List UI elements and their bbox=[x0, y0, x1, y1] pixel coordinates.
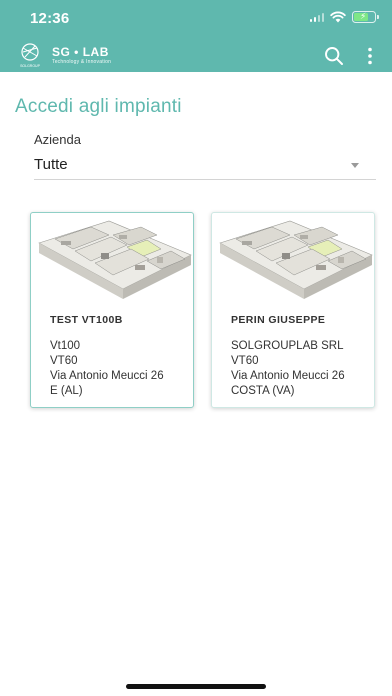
card-line: Vt100 bbox=[50, 340, 81, 352]
wifi-icon bbox=[330, 11, 346, 23]
battery-icon: ⚡ bbox=[352, 11, 379, 23]
brand-subtitle: Technology & Innovation bbox=[52, 58, 112, 65]
plant-card[interactable]: TEST VT100B Vt100 VT60 Via Antonio Meucc… bbox=[30, 212, 194, 408]
brand-mark-icon: SOLGROUP bbox=[20, 43, 41, 68]
search-button[interactable] bbox=[322, 44, 346, 68]
status-icons: ⚡ bbox=[309, 11, 379, 23]
search-icon bbox=[325, 47, 343, 65]
card-title: TEST VT100B bbox=[50, 314, 123, 326]
dropdown-arrow-icon bbox=[351, 163, 359, 168]
page-title: Accedi agli impianti bbox=[15, 96, 182, 117]
floor-plan-image bbox=[38, 220, 192, 299]
card-line: Via Antonio Meucci 26 bbox=[231, 370, 345, 382]
floor-plan-image bbox=[219, 220, 373, 299]
app-bar: SOLGROUP SG • LAB Technology & Innovatio… bbox=[0, 40, 392, 72]
brand-logo: SOLGROUP SG • LAB Technology & Innovatio… bbox=[16, 42, 111, 68]
card-line: E (AL) bbox=[50, 385, 83, 397]
company-filter-value: Tutte bbox=[34, 156, 68, 173]
card-line: SOLGROUPLAB SRL bbox=[231, 340, 344, 352]
card-line: COSTA (VA) bbox=[231, 385, 295, 397]
more-vert-icon bbox=[368, 47, 372, 65]
card-line: VT60 bbox=[231, 355, 259, 367]
status-time: 12:36 bbox=[30, 10, 70, 27]
cellular-signal-icon bbox=[309, 12, 324, 22]
company-filter-select[interactable]: Tutte bbox=[34, 150, 376, 180]
plant-card[interactable]: PERIN GIUSEPPE SOLGROUPLAB SRL VT60 Via … bbox=[211, 212, 375, 408]
card-line: VT60 bbox=[50, 355, 78, 367]
card-title: PERIN GIUSEPPE bbox=[231, 314, 326, 326]
more-options-button[interactable] bbox=[358, 44, 382, 68]
svg-text:SOLGROUP: SOLGROUP bbox=[20, 64, 41, 68]
brand-title: SG • LAB bbox=[52, 44, 109, 59]
status-bar: 12:36 ⚡ bbox=[0, 0, 392, 40]
company-filter-label: Azienda bbox=[34, 132, 81, 147]
card-line: Via Antonio Meucci 26 bbox=[50, 370, 164, 382]
home-indicator[interactable] bbox=[126, 684, 266, 689]
